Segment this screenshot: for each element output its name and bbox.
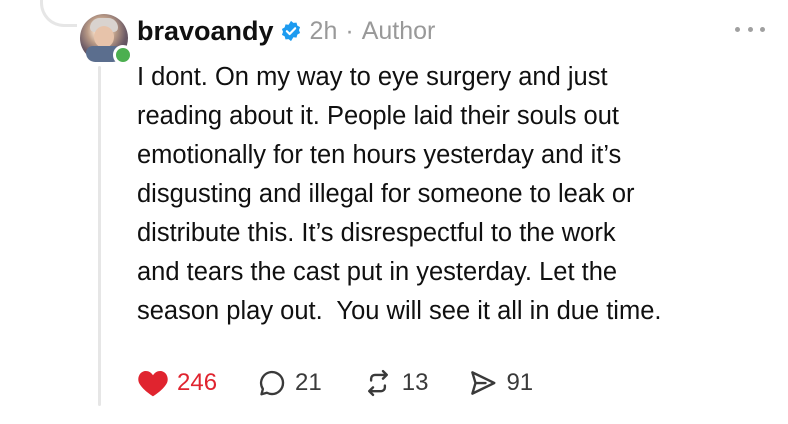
post-text-line: and tears the cast put in yesterday. Let…	[137, 258, 618, 286]
more-dot	[760, 26, 765, 32]
heart-icon	[138, 371, 168, 397]
repost-button[interactable]: 13	[362, 368, 429, 398]
thread-connector-top	[40, 0, 77, 27]
avatar-face	[94, 26, 114, 48]
action-bar: 246 21 13 91	[137, 366, 573, 400]
author-badge: Author	[361, 16, 436, 45]
post-time[interactable]: 2h	[310, 17, 338, 46]
avatar[interactable]	[80, 14, 133, 65]
post-header: bravoandy 2h · Author	[137, 14, 435, 48]
post-body: I dont. On my way to eye surgery and jus…	[137, 58, 777, 331]
post-text-line: disgusting and illegal for someone to le…	[137, 180, 635, 208]
share-icon	[471, 371, 496, 395]
username-link[interactable]: bravoandy	[137, 16, 274, 47]
reply-icon	[260, 370, 285, 396]
header-separator: ·	[345, 16, 354, 45]
post-text-line: season play out. You will see it all in …	[137, 297, 662, 325]
like-count: 246	[177, 369, 218, 396]
post-text-line: reading about it. People laid their soul…	[137, 102, 619, 130]
post-text-line: emotionally for ten hours yesterday and …	[137, 141, 622, 169]
post-text-line: I dont. On my way to eye surgery and jus…	[137, 63, 608, 91]
share-count: 91	[506, 369, 534, 396]
more-icon[interactable]	[735, 24, 765, 34]
thread-line	[98, 66, 101, 406]
reply-button[interactable]: 21	[257, 368, 322, 398]
like-button[interactable]: 246	[137, 368, 217, 398]
share-button[interactable]: 91	[468, 368, 533, 398]
post-text-line: distribute this. It’s disrespectful to t…	[137, 219, 616, 247]
reply-count: 21	[295, 369, 322, 396]
repost-count: 13	[401, 369, 429, 396]
more-dot	[735, 26, 740, 32]
online-status-badge	[113, 45, 133, 65]
verified-icon	[280, 20, 302, 42]
more-dot	[747, 26, 753, 32]
repost-icon	[367, 369, 388, 397]
